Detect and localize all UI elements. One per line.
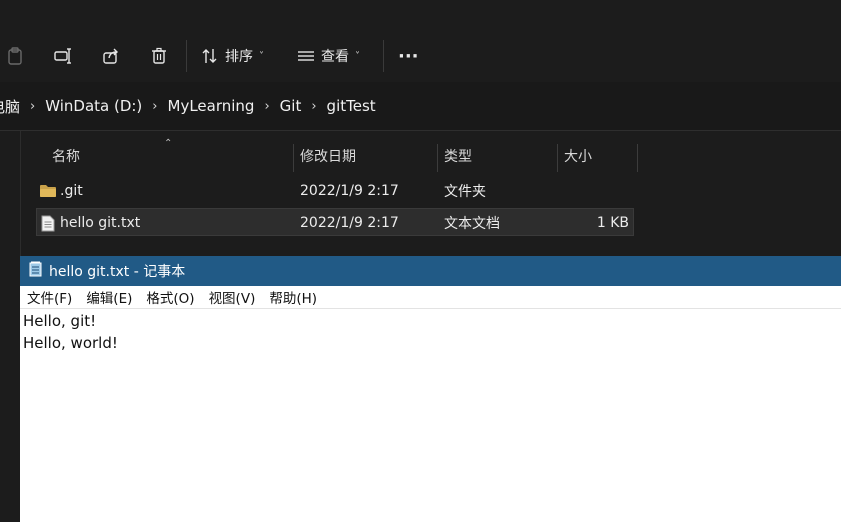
paste-button[interactable] bbox=[6, 40, 24, 72]
breadcrumb-item[interactable]: Git bbox=[280, 97, 302, 115]
column-header-name[interactable]: 名称 bbox=[45, 140, 292, 172]
file-row[interactable]: hello git.txt 2022/1/9 2:17 文本文档 1 KB bbox=[36, 208, 634, 236]
toolbar-divider bbox=[383, 40, 384, 72]
toolbar-divider bbox=[186, 40, 187, 72]
navigation-pane[interactable] bbox=[0, 131, 21, 522]
sort-label: 排序 bbox=[225, 49, 253, 65]
file-name: hello git.txt bbox=[60, 215, 141, 231]
rename-button[interactable] bbox=[54, 40, 72, 72]
breadcrumb: 电脑 › WinData (D:) › MyLearning › Git › g… bbox=[0, 96, 376, 117]
file-name: .git bbox=[60, 183, 83, 199]
view-button[interactable]: 查看 ˅ bbox=[297, 40, 360, 72]
text-file-icon bbox=[41, 209, 55, 237]
breadcrumb-item[interactable]: WinData (D:) bbox=[45, 97, 142, 115]
rename-icon bbox=[54, 47, 72, 65]
notepad-menubar: 文件(F) 编辑(E) 格式(O) 视图(V) 帮助(H) bbox=[20, 286, 841, 309]
address-bar[interactable]: 电脑 › WinData (D:) › MyLearning › Git › g… bbox=[0, 82, 841, 131]
notepad-window: hello git.txt - 记事本 文件(F) 编辑(E) 格式(O) 视图… bbox=[20, 256, 841, 522]
column-header-label: 名称 bbox=[52, 149, 80, 165]
file-size: 1 KB bbox=[596, 215, 629, 231]
share-icon bbox=[102, 47, 120, 65]
column-headers: 名称 修改日期 类型 大小 bbox=[0, 140, 841, 174]
text-line: Hello, git! bbox=[23, 312, 97, 330]
notepad-title: hello git.txt - 记事本 bbox=[49, 264, 186, 280]
menu-file[interactable]: 文件(F) bbox=[27, 287, 72, 307]
sort-icon bbox=[201, 47, 219, 65]
breadcrumb-item[interactable]: 电脑 bbox=[0, 96, 20, 117]
menu-format[interactable]: 格式(O) bbox=[146, 287, 194, 307]
chevron-right-icon: › bbox=[264, 98, 270, 114]
chevron-down-icon: ˅ bbox=[259, 50, 264, 62]
menu-help[interactable]: 帮助(H) bbox=[269, 287, 317, 307]
chevron-down-icon: ˅ bbox=[355, 50, 360, 62]
breadcrumb-item[interactable]: gitTest bbox=[327, 97, 376, 115]
notepad-text-area[interactable]: Hello, git! Hello, world! bbox=[23, 310, 118, 354]
column-header-type[interactable]: 类型 bbox=[437, 140, 554, 172]
view-label: 查看 bbox=[321, 49, 349, 65]
column-divider[interactable] bbox=[637, 144, 638, 172]
menu-view[interactable]: 视图(V) bbox=[209, 287, 256, 307]
clipboard-icon bbox=[6, 47, 24, 65]
file-type: 文件夹 bbox=[444, 184, 486, 200]
more-icon: ··· bbox=[398, 45, 419, 67]
chevron-right-icon: › bbox=[311, 98, 317, 114]
delete-button[interactable] bbox=[150, 40, 168, 72]
notepad-icon bbox=[29, 261, 42, 281]
file-modified: 2022/1/9 2:17 bbox=[300, 215, 399, 231]
column-header-size[interactable]: 大小 bbox=[557, 140, 636, 172]
column-header-label: 大小 bbox=[564, 149, 592, 165]
column-header-label: 修改日期 bbox=[300, 149, 356, 165]
file-modified: 2022/1/9 2:17 bbox=[300, 183, 399, 199]
text-line: Hello, world! bbox=[23, 334, 118, 352]
folder-icon bbox=[39, 177, 57, 205]
notepad-titlebar[interactable]: hello git.txt - 记事本 bbox=[20, 256, 841, 286]
breadcrumb-item[interactable]: MyLearning bbox=[168, 97, 255, 115]
explorer-toolbar: 排序 ˅ 查看 ˅ ··· bbox=[0, 0, 841, 83]
column-header-modified[interactable]: 修改日期 bbox=[293, 140, 436, 172]
more-options-button[interactable]: ··· bbox=[398, 40, 419, 72]
menu-edit[interactable]: 编辑(E) bbox=[86, 287, 132, 307]
trash-icon bbox=[150, 47, 168, 65]
list-view-icon bbox=[297, 47, 315, 65]
share-button[interactable] bbox=[102, 40, 120, 72]
sort-button[interactable]: 排序 ˅ bbox=[201, 40, 264, 72]
chevron-right-icon: › bbox=[152, 98, 158, 114]
file-row[interactable]: .git 2022/1/9 2:17 文件夹 bbox=[36, 177, 634, 205]
file-type: 文本文档 bbox=[444, 216, 500, 232]
chevron-right-icon: › bbox=[30, 98, 36, 114]
column-header-label: 类型 bbox=[444, 149, 472, 165]
